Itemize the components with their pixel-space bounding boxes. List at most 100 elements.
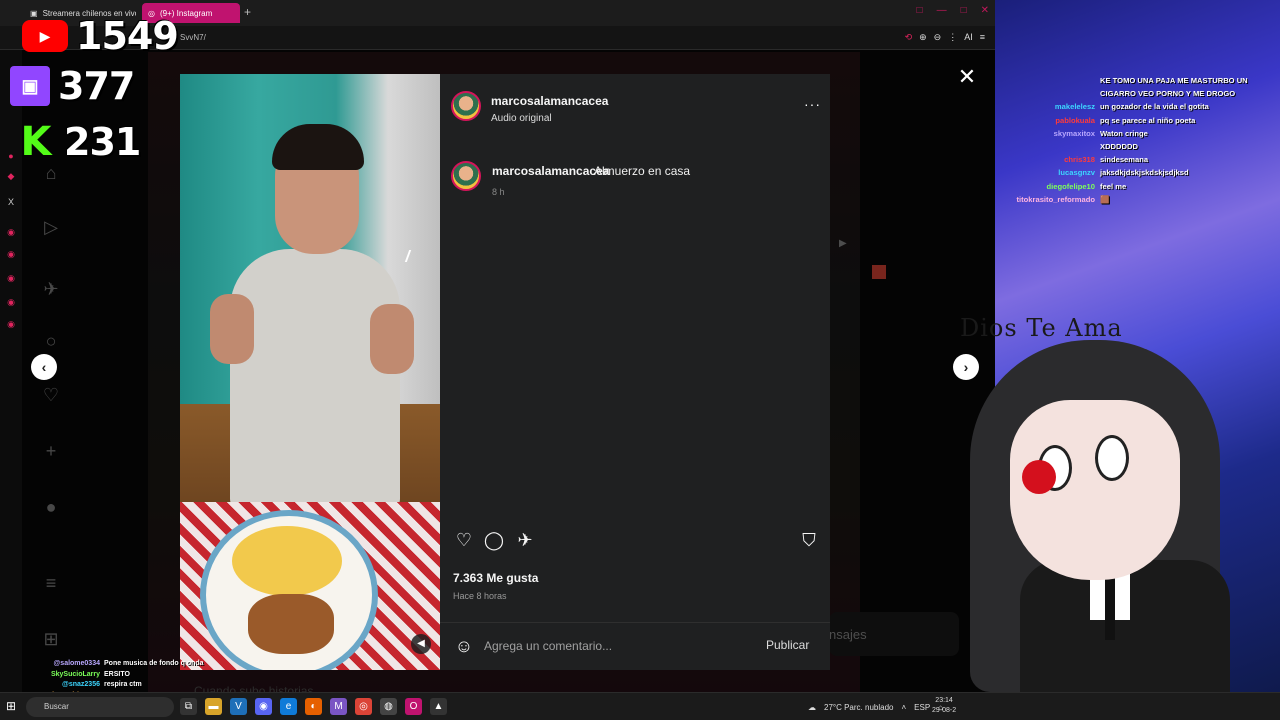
chat-message: lucasgnzv jaksdkjdskjskdskjsdjksd [995,168,1280,181]
sidebar-app-icon[interactable]: ◉ [5,272,17,284]
chat-text: jaksdkjdskjskdskjsdjksd [1100,168,1189,178]
twitch-icon: ▣ [10,66,50,106]
restore-icon[interactable]: □ [917,5,923,16]
system-tray: ☁ 27°C Parc. nublado ˄ ESP ⌂ [808,693,943,720]
emoji-icon[interactable]: ☺ [453,635,475,657]
stream-watermark: Dios Te Ama [960,314,1123,342]
chat-text: sindesemana [1100,155,1149,165]
chat-username[interactable]: lucasgnzv [995,168,1095,177]
comment-icon[interactable]: ◯ [483,529,505,551]
app-icon[interactable]: ▲ [430,698,447,715]
publish-button[interactable]: Publicar [766,638,809,652]
kick-counter: K 231 [16,119,142,165]
reload-icon[interactable]: ⟲ [905,32,913,43]
chat-username[interactable]: skymaxitox [995,129,1095,138]
youtube-counter: ▶ 1549 [22,14,179,58]
post-audio[interactable]: Audio original [491,113,552,124]
volume-icon[interactable]: ◀ [411,634,431,654]
caption-time: 8 h [492,187,505,197]
chat-text: pq se parece al niño poeta [1100,115,1196,125]
clown-nose [1022,460,1056,494]
vtuber-eye [1095,435,1129,481]
chat-message: KE TOMO UNA PAJA ME MASTURBO UN [995,76,1280,89]
sidebar-app-icon[interactable]: ◉ [5,296,17,308]
chat-message: titokrasito_reformado 🟫 [995,195,1280,208]
chat-username[interactable]: diegofelipe10 [995,182,1095,191]
like-heart-icon[interactable]: ♡ [453,529,475,551]
previous-post-button[interactable]: ‹ [31,354,57,380]
bookmark-icon[interactable]: ⛉ [798,529,820,551]
zoom-out-icon[interactable]: ⊖ [934,32,942,43]
chat-username[interactable]: titokrasito_reformado [995,195,1096,204]
chat-text: 🟫 [1100,194,1110,204]
sidebar-app-icon[interactable]: ◆ [5,170,17,182]
tray-chevron-icon[interactable]: ˄ [901,703,906,712]
caption-username[interactable]: marcosalamancacea [492,164,609,178]
hamburger-icon[interactable]: ≡ [980,32,985,43]
taskbar-search[interactable]: Buscar [26,697,174,717]
discord-icon[interactable]: ◉ [255,698,272,715]
chat-username[interactable]: chris318 [995,155,1095,164]
chicken [248,594,334,654]
more-options-icon[interactable]: ··· [804,96,821,112]
fries [232,526,342,596]
chat-message: chris318 sindesemana [995,155,1280,168]
ai-icon[interactable]: AI [964,32,973,43]
vtuber-avatar [960,340,1280,700]
post-actions: ♡ ◯ ✈ ⛉ [453,529,823,551]
new-tab-button[interactable]: + [244,5,251,19]
chat-text: un gozador de la vida el gotita [1100,102,1209,112]
thumbs-up-left [210,294,254,364]
minimize-icon[interactable]: — [937,5,947,16]
likes-count[interactable]: 7.363 Me gusta [453,571,538,585]
language-indicator[interactable]: ESP [914,703,930,712]
chat-username[interactable]: pablokuala [995,116,1095,125]
time: 23:14 [935,697,953,704]
sidebar-app-icon[interactable]: ◉ [5,318,17,330]
weather-icon: ☁ [808,702,816,712]
window-controls: □ — □ ✕ [917,5,989,16]
taskbar: ⊞ Buscar ⧉ ▬ V ◉ e ◐ M ◎ ◍ O ▲ ☁ 27°C Pa… [0,692,1280,720]
caption-text: Almuerzo en casa [594,164,691,178]
chat-username[interactable]: SkySucioLarry [0,671,100,678]
x-icon[interactable]: X [5,196,17,208]
sidebar-app-icon[interactable]: ◉ [5,226,17,238]
comment-input[interactable] [484,637,754,655]
person-figure [210,114,414,514]
close-modal-icon[interactable]: ✕ [956,66,978,88]
visual-studio-icon[interactable]: M [330,698,347,715]
chat-username[interactable]: makelelesz [995,102,1095,111]
youtube-count: 1549 [76,14,179,58]
sidebar-app-icon[interactable]: ◉ [5,248,17,260]
task-view-icon[interactable]: ⧉ [180,698,197,715]
firefox-icon[interactable]: ◐ [305,698,322,715]
chrome-icon[interactable]: ◎ [355,698,372,715]
weather-text[interactable]: 27°C Parc. nublado [824,703,893,712]
maximize-icon[interactable]: □ [961,5,967,16]
chat-message: makelelesz un gozador de la vida el gotit… [995,102,1280,115]
vscode-icon[interactable]: V [230,698,247,715]
obs-icon[interactable]: ◍ [380,698,397,715]
chat-message: @salome0334 Pone musica de fondo q onda [0,660,230,671]
post-media[interactable]: ◀ [180,74,440,670]
share-icon[interactable]: ✈ [514,529,536,551]
vtuber-tie [1105,570,1115,640]
file-explorer-icon[interactable]: ▬ [205,698,222,715]
zoom-in-icon[interactable]: ⊕ [919,32,927,43]
shirt [230,249,400,509]
thumbs-up-right [370,304,414,374]
close-window-icon[interactable]: ✕ [981,5,989,16]
edge-icon[interactable]: e [280,698,297,715]
chat-username[interactable]: @snaz2356 [0,681,100,688]
clock[interactable]: 23:14 29-08-2 [932,696,956,716]
chat-username[interactable]: @salome0334 [0,660,100,667]
post-username[interactable]: marcosalamancacea [491,94,608,108]
url-field[interactable]: SvvN7/ [180,33,206,42]
chat-message: diegofelipe10 feel me [995,182,1280,195]
caption-avatar[interactable] [451,161,481,191]
avatar[interactable] [451,91,481,121]
kick-icon: K [20,119,52,165]
opera-gx-icon[interactable]: O [405,698,422,715]
menu-dots-icon[interactable]: ⋮ [948,32,957,43]
windows-start-icon[interactable]: ⊞ [6,699,20,713]
